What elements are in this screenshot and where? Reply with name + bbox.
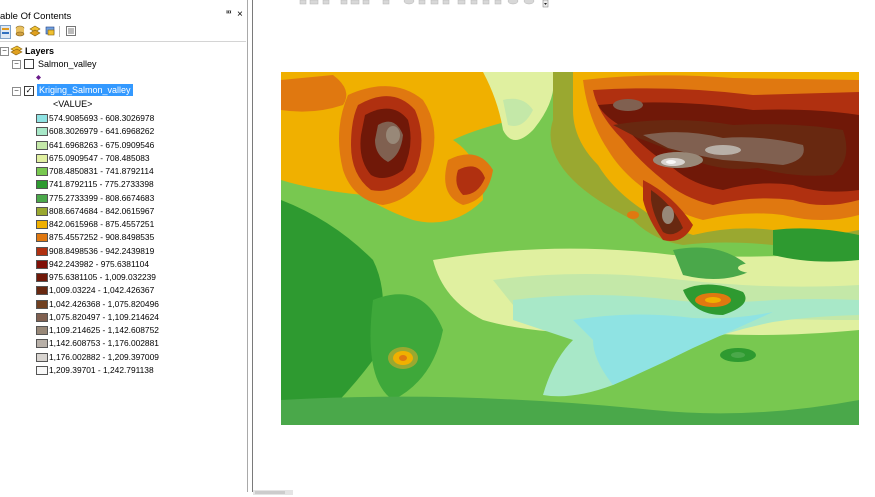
legend-swatch[interactable] — [36, 114, 48, 123]
legend-label: 1,042.426368 - 1,075.820496 — [49, 298, 159, 309]
point-symbol-icon[interactable] — [36, 72, 41, 80]
legend-label: 708.4850831 - 741.8792114 — [49, 166, 154, 176]
collapse-salmon-valley-icon[interactable]: − — [12, 60, 21, 69]
collapse-layers-icon[interactable]: − — [0, 47, 9, 56]
layers-frame-icon — [10, 45, 23, 56]
legend-label: 1,009.03224 - 1,042.426367 — [49, 285, 155, 296]
legend-swatch[interactable] — [36, 127, 48, 137]
toolbar-separator — [59, 26, 60, 37]
legend-label: 641.6968263 - 675.0909546 — [49, 139, 155, 150]
legend-label: 608.3026979 - 641.6968262 — [49, 126, 155, 137]
toc-header: able Of Contents ⱎ × — [0, 0, 247, 22]
legend-label: 908.8498536 - 942.2439819 — [49, 245, 155, 256]
layer-name-kriging-salmon-valley[interactable]: Kriging_Salmon_valley — [37, 84, 133, 96]
layer-name-salmon-valley[interactable]: Salmon_valley — [38, 58, 97, 70]
list-by-drawing-order-icon[interactable] — [0, 25, 11, 39]
toc-title: able Of Contents — [0, 11, 72, 22]
legend-label: 875.4557252 - 908.8498535 — [49, 232, 155, 243]
legend-swatch[interactable] — [36, 299, 48, 309]
legend-label: 574.9085693 - 608.3026978 — [49, 113, 155, 123]
legend-swatch[interactable] — [36, 326, 48, 335]
legend-swatch[interactable] — [36, 140, 48, 150]
legend-label: 775.2733399 - 808.6674683 — [49, 192, 155, 203]
legend-label: 1,142.608753 - 1,176.002881 — [49, 338, 159, 349]
legend-label: 942.243982 - 975.6381104 — [49, 258, 149, 269]
layers-label[interactable]: Layers — [25, 45, 54, 57]
toc-toolbar — [0, 24, 246, 42]
legend-swatch[interactable] — [36, 180, 48, 190]
legend-swatch[interactable] — [36, 259, 48, 269]
legend-label: 1,109.214625 - 1,142.608752 — [49, 325, 159, 335]
legend-swatch[interactable] — [36, 193, 48, 203]
pin-icon[interactable]: ⱎ — [226, 9, 231, 21]
legend-label: 1,075.820497 - 1,109.214624 — [49, 311, 159, 322]
kriging-raster-map — [281, 72, 859, 425]
legend-swatch[interactable] — [36, 352, 48, 362]
legend-swatch[interactable] — [36, 220, 48, 229]
legend-label: 1,176.002882 - 1,209.397009 — [49, 351, 159, 362]
legend-label: 1,209.39701 - 1,242.791138 — [49, 364, 154, 375]
legend-swatch[interactable] — [36, 339, 48, 349]
kriging-checkbox[interactable]: ✓ — [24, 86, 34, 96]
legend-swatch[interactable] — [36, 233, 48, 243]
collapse-kriging-icon[interactable]: − — [12, 87, 21, 96]
field-name-label: <VALUE> — [53, 99, 93, 109]
legend-swatch[interactable] — [36, 206, 48, 216]
legend-label: 675.0909547 - 708.485083 — [49, 152, 150, 163]
list-by-selection-icon[interactable] — [44, 25, 56, 37]
legend-label: 975.6381105 - 1,009.032239 — [49, 272, 156, 282]
legend-swatch[interactable] — [36, 286, 48, 296]
divider — [0, 41, 246, 42]
legend-swatch[interactable] — [36, 246, 48, 256]
legend-swatch[interactable] — [36, 365, 48, 375]
legend-swatch[interactable] — [36, 167, 48, 176]
list-by-source-icon[interactable] — [14, 25, 26, 37]
map-status-strip — [253, 487, 875, 495]
legend-swatch[interactable] — [36, 273, 48, 282]
salmon-valley-checkbox[interactable] — [24, 59, 34, 69]
table-of-contents-panel: able Of Contents ⱎ × − Layers − Salmon_v… — [0, 0, 248, 492]
list-by-visibility-icon[interactable] — [29, 25, 41, 37]
legend-label: 842.0615968 - 875.4557251 — [49, 219, 155, 229]
map-display[interactable] — [252, 0, 875, 495]
legend-label: 808.6674684 - 842.0615967 — [49, 205, 155, 216]
options-icon[interactable] — [65, 25, 77, 37]
legend-swatch[interactable] — [36, 153, 48, 163]
close-icon[interactable]: × — [237, 9, 243, 21]
legend-swatch[interactable] — [36, 312, 48, 322]
legend-label: 741.8792115 - 775.2733398 — [49, 179, 154, 190]
